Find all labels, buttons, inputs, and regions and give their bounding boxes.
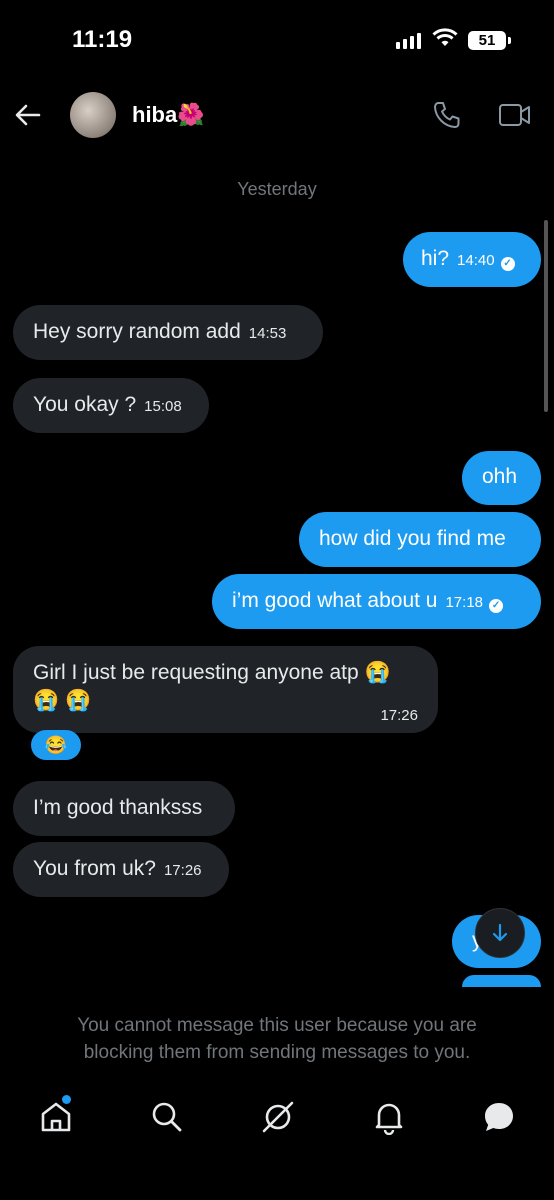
- message-time: 17:26: [380, 707, 418, 724]
- message-text: how did you find me: [319, 527, 506, 550]
- message-time: 17:26: [163, 862, 202, 879]
- arrow-down-icon: [492, 923, 508, 942]
- message-bubble-received[interactable]: You okay ? 15:08: [13, 378, 209, 433]
- arrow-left-icon[interactable]: [14, 101, 42, 129]
- bell-icon[interactable]: [371, 1099, 407, 1135]
- scroll-to-bottom-button[interactable]: [475, 908, 525, 958]
- message-text: 😭 😭: [33, 689, 92, 712]
- contact-name[interactable]: hiba🌺: [132, 102, 205, 128]
- message-bubble-sent[interactable]: i’m good what about u 17:18 ✓: [212, 574, 541, 629]
- phone-icon[interactable]: [432, 100, 462, 130]
- home-icon[interactable]: [38, 1099, 74, 1135]
- battery-cap: [508, 37, 511, 44]
- scrollbar[interactable]: [544, 220, 548, 412]
- wifi-icon: [432, 28, 458, 46]
- message-text: I’m good thanksss: [33, 796, 203, 819]
- cellular-signal-icon: [396, 33, 421, 49]
- message-text: hi?: [421, 247, 450, 270]
- message-time: 14:40: [457, 252, 495, 269]
- message-bubble-received[interactable]: I’m good thanksss: [13, 781, 235, 836]
- messages-icon[interactable]: [481, 1099, 517, 1135]
- day-separator: Yesterday: [237, 179, 317, 199]
- message-bubble-sent-partial: [462, 975, 541, 987]
- message-time: 17:18: [445, 594, 484, 611]
- video-camera-icon[interactable]: [498, 101, 532, 129]
- message-text: You from uk?: [33, 857, 156, 880]
- read-receipt-icon: ✓: [500, 257, 515, 271]
- battery-icon: 51: [468, 31, 506, 50]
- message-bubble-sent[interactable]: how did you find me: [299, 512, 541, 567]
- grok-icon[interactable]: [260, 1099, 296, 1135]
- message-bubble-received[interactable]: You from uk? 17:26: [13, 842, 229, 897]
- message-time: 14:53: [248, 325, 287, 342]
- message-text: ohh: [482, 465, 518, 488]
- message-text: You okay ?: [33, 393, 137, 416]
- message-bubble-received[interactable]: Girl I just be requesting anyone atp 😭 😭…: [13, 646, 438, 733]
- avatar[interactable]: [70, 92, 116, 138]
- reaction-badge[interactable]: 😂: [31, 730, 81, 760]
- message-text: i’m good what about u: [232, 589, 438, 612]
- message-time: 15:08: [144, 398, 182, 415]
- blocked-notice: You cannot message this user because you…: [77, 1015, 477, 1063]
- message-text: Girl I just be requesting anyone atp 😭: [33, 661, 391, 684]
- notification-dot: [62, 1095, 71, 1104]
- search-icon[interactable]: [149, 1099, 185, 1135]
- message-text: Hey sorry random add: [33, 320, 241, 343]
- read-receipt-icon: ✓: [489, 599, 504, 613]
- status-time: 11:19: [72, 26, 133, 53]
- message-bubble-sent[interactable]: ohh: [462, 451, 541, 505]
- message-bubble-received[interactable]: Hey sorry random add 14:53: [13, 305, 323, 360]
- message-bubble-sent[interactable]: hi? 14:40 ✓: [403, 232, 541, 287]
